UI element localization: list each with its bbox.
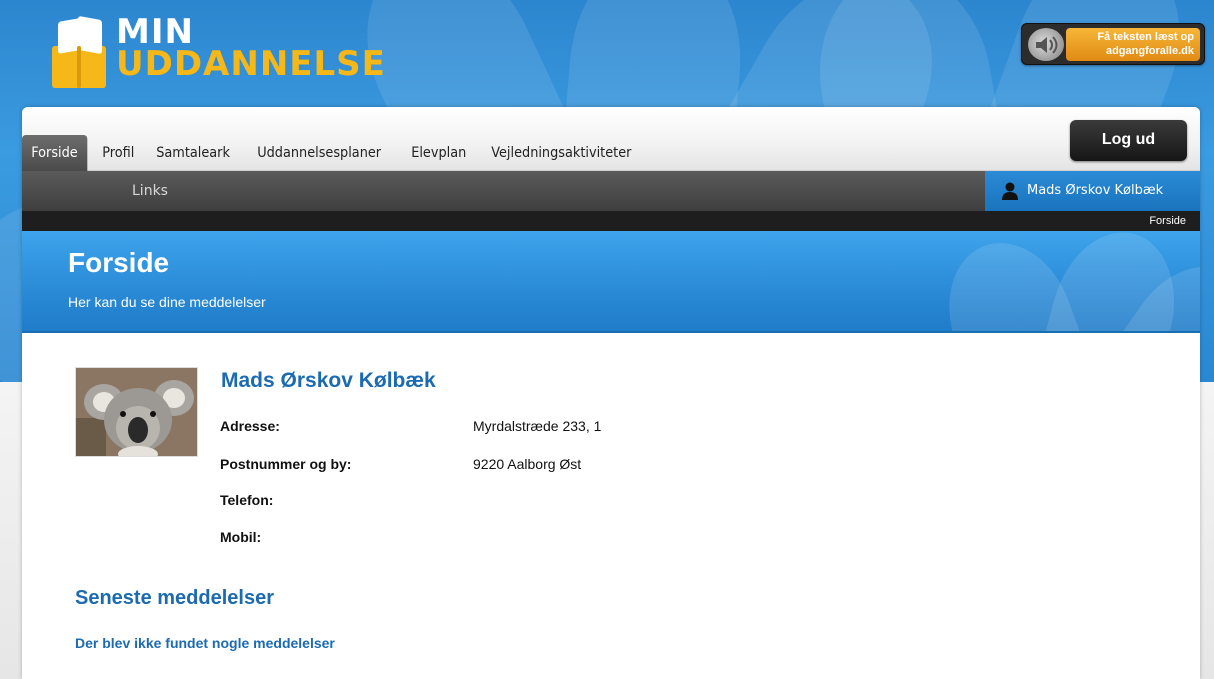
- read-aloud-domain: adgangforalle.dk: [1105, 45, 1194, 57]
- page-subtitle: Her kan du se dine meddelelser: [68, 294, 266, 310]
- main-navigation: Forside Profil Samtaleark Uddannelsesplaner…: [22, 107, 1200, 171]
- phone-label: Telefon:: [220, 492, 274, 508]
- profile-name: Mads Ørskov Kølbæk: [221, 369, 436, 392]
- mobile-label: Mobil:: [220, 529, 262, 545]
- messages-empty-text: Der blev ikke fundet nogle meddelelser: [75, 635, 335, 651]
- current-user[interactable]: Mads Ørskov Kølbæk: [985, 171, 1200, 211]
- sub-navigation: Links Mads Ørskov Kølbæk: [22, 171, 1200, 211]
- main-panel: Forside Profil Samtaleark Uddannelsesplaner…: [22, 107, 1200, 679]
- postal-label: Postnummer og by:: [220, 456, 352, 472]
- tab-uddannelsesplaner[interactable]: Uddannelsesplaner: [248, 135, 390, 171]
- avatar: [75, 367, 198, 457]
- tab-profil[interactable]: Profil: [93, 135, 144, 171]
- breadcrumb-item[interactable]: Forside: [1149, 211, 1186, 231]
- tab-samtaleark[interactable]: Samtaleark: [147, 135, 239, 171]
- messages-title: Seneste meddelelser: [75, 587, 274, 609]
- postal-value: 9220 Aalborg Øst: [473, 456, 582, 472]
- page-header: Forside Her kan du se dine meddelelser: [22, 231, 1200, 333]
- breadcrumb: Forside: [22, 211, 1200, 231]
- main-content: Mads Ørskov Kølbæk Adresse: Myrdalstræde…: [22, 335, 1200, 679]
- current-user-name: Mads Ørskov Kølbæk: [1027, 183, 1164, 198]
- address-value: Myrdalstræde 233, 1: [473, 418, 602, 434]
- read-aloud-button[interactable]: Få teksten læst op adgangforalle.dk: [1021, 23, 1205, 65]
- read-aloud-label: Få teksten læst op: [1097, 31, 1194, 43]
- logout-button[interactable]: Log ud: [1070, 120, 1187, 161]
- subnav-links[interactable]: Links: [132, 171, 168, 211]
- user-icon: [1002, 182, 1018, 200]
- page-title: Forside: [68, 247, 170, 278]
- min-uddannelse-logo[interactable]: MIN UDDANNELSE: [52, 15, 386, 90]
- logo-line-2: UDDANNELSE: [116, 44, 386, 84]
- book-logo-icon: [52, 15, 108, 90]
- tab-vejledningsaktiviteter[interactable]: Vejledningsaktiviteter: [482, 135, 641, 171]
- tab-forside[interactable]: Forside: [22, 135, 87, 171]
- speaker-icon: [1028, 28, 1064, 61]
- tab-elevplan[interactable]: Elevplan: [402, 135, 475, 171]
- address-label: Adresse:: [220, 418, 280, 434]
